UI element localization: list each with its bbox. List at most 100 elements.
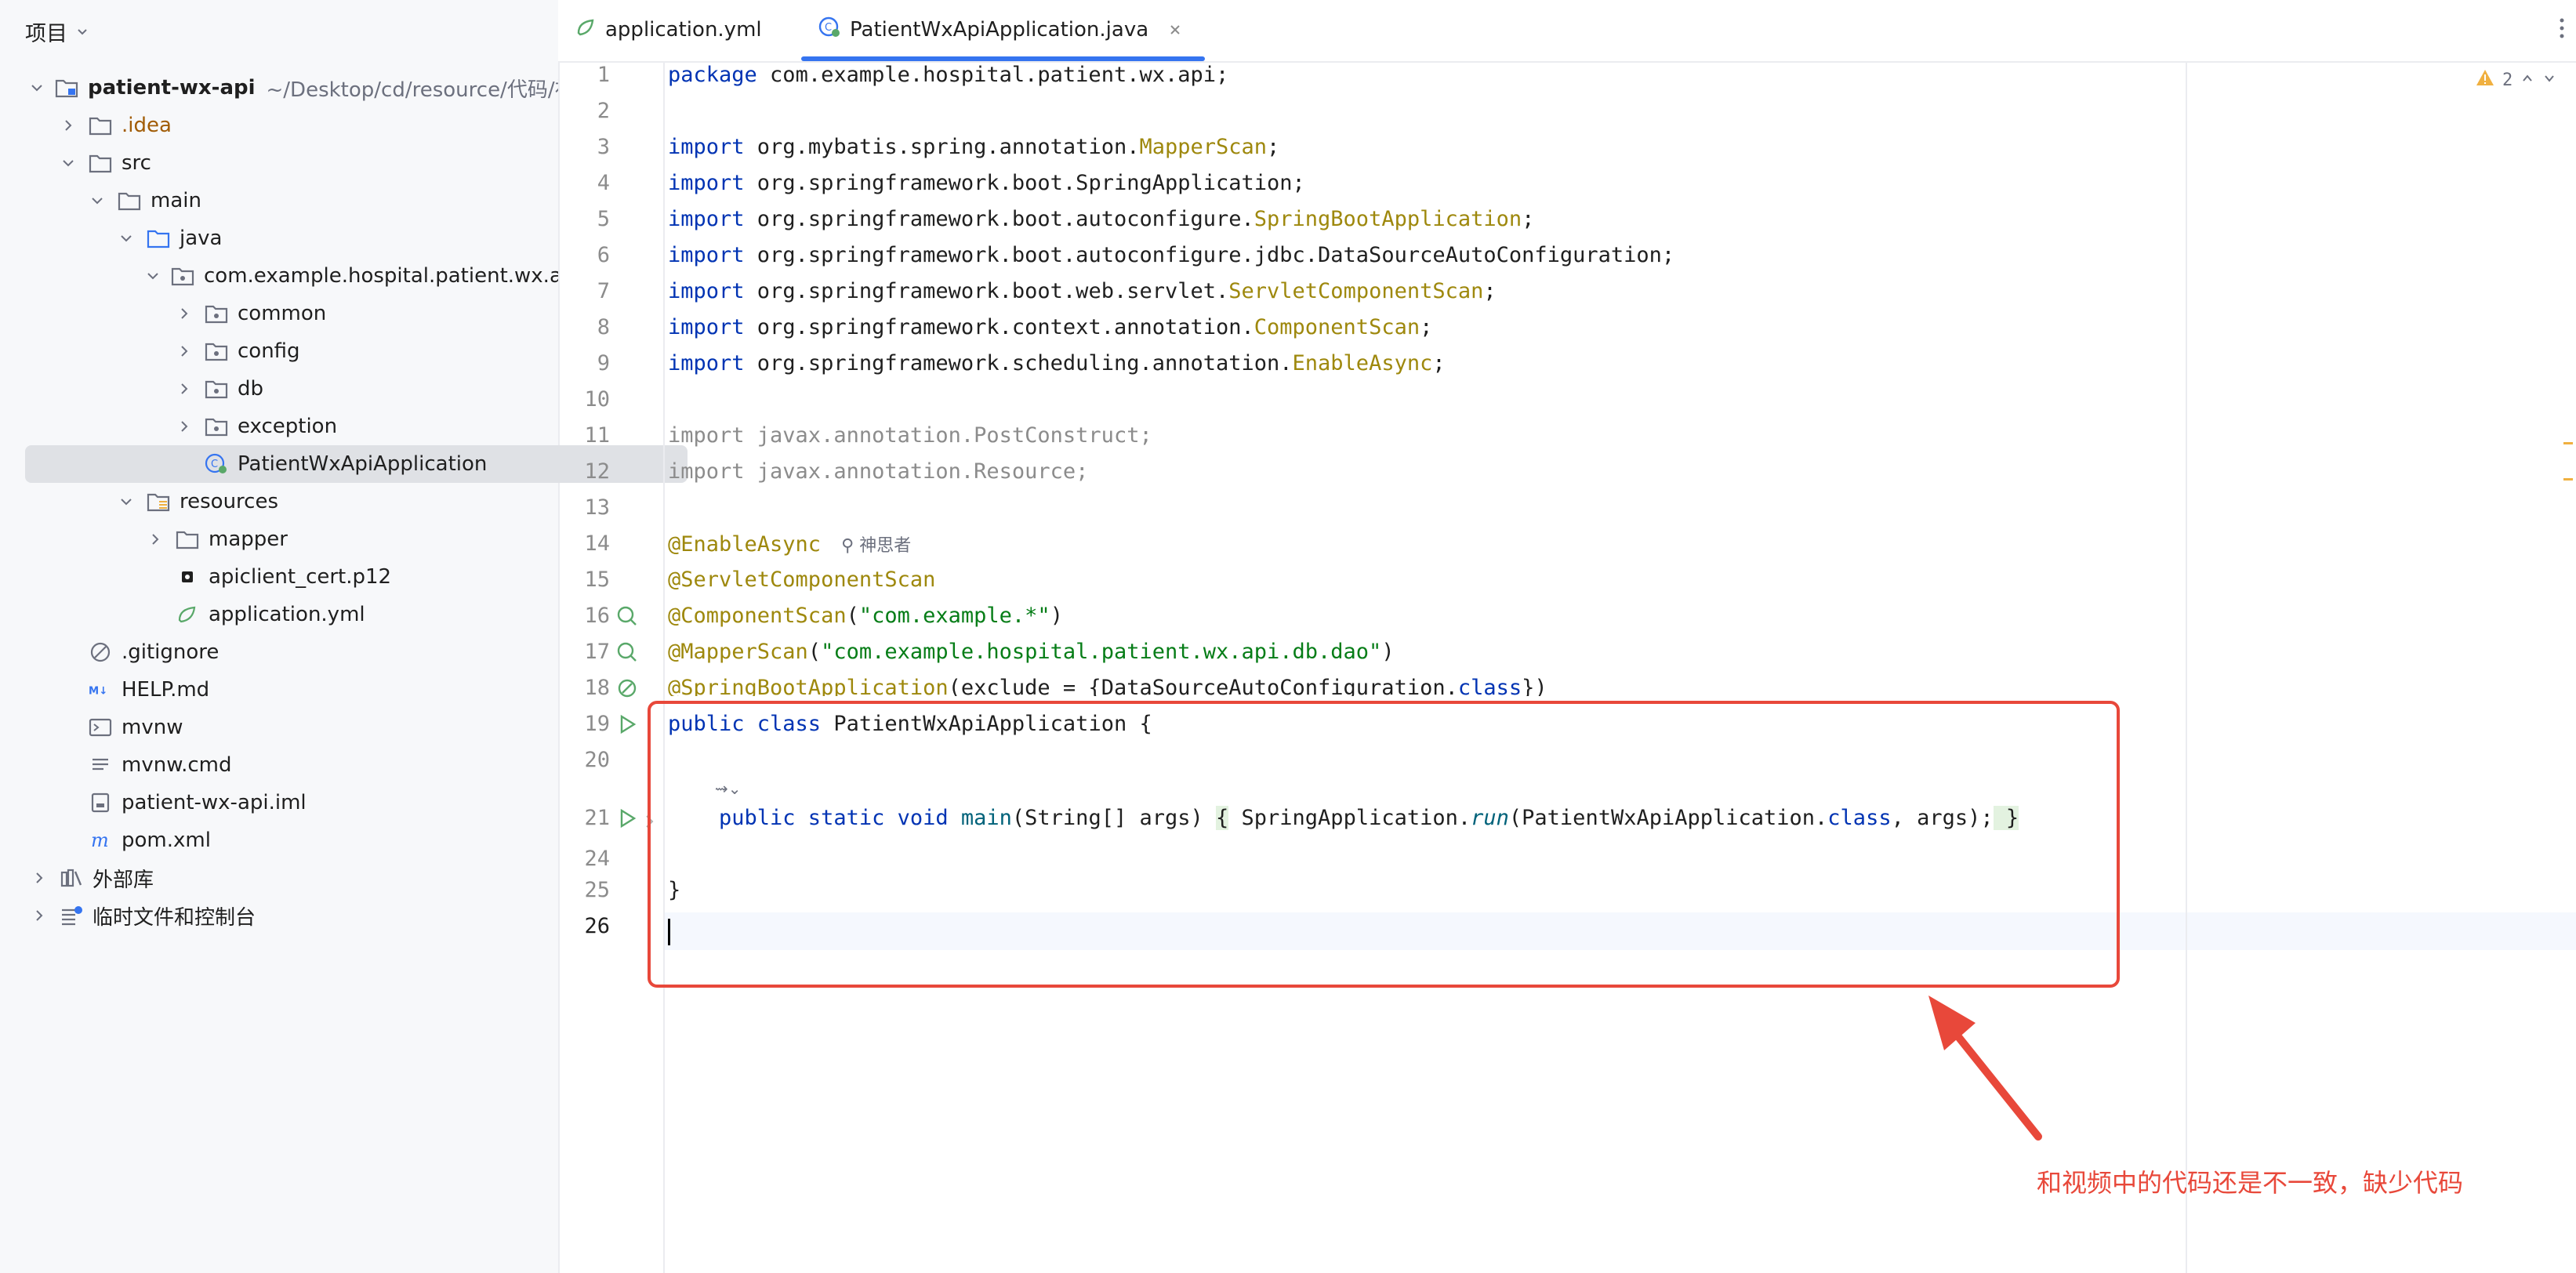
line-number[interactable]: 13 bbox=[558, 495, 610, 520]
line-number[interactable]: 24 bbox=[558, 847, 610, 871]
code-line-17: @MapperScan("com.example.hospital.patien… bbox=[668, 640, 1395, 664]
tab-patientwxapiapplication-java[interactable]: C PatientWxApiApplication.java bbox=[800, 0, 1206, 61]
line-number[interactable]: 9 bbox=[558, 351, 610, 375]
tree-item-外部库[interactable]: 外部库 bbox=[30, 859, 154, 897]
code-line-18: @SpringBootApplication(exclude = {DataSo… bbox=[668, 676, 1547, 696]
tree-item-pom-xml[interactable]: m pom.xml bbox=[59, 821, 211, 859]
tree-item-label: main bbox=[151, 189, 201, 212]
line-number[interactable]: 5 bbox=[558, 207, 610, 231]
chevron-down-icon[interactable] bbox=[117, 229, 136, 248]
tree-item-application-yml[interactable]: application.yml bbox=[146, 596, 365, 633]
tree-item-common[interactable]: common bbox=[175, 295, 326, 332]
line-number[interactable]: 25 bbox=[558, 878, 610, 902]
tree-item-com-example-hospital-patient-wx-api[interactable]: com.example.hospital.patient.wx.api bbox=[146, 257, 558, 295]
line-number[interactable]: 21 bbox=[558, 806, 610, 830]
project-panel: 项目 patient-wx-api ~/Desktop/cd/resource/代… bbox=[0, 0, 688, 1273]
line-number[interactable]: 12 bbox=[558, 459, 610, 484]
chevron-down-icon[interactable] bbox=[30, 78, 44, 97]
tree-item-label: application.yml bbox=[209, 603, 365, 626]
code-editor[interactable]: 1 2 3 4 5 6 7 8 9 10 11 12 13 14 15 16 17 18 19 20 21 24 25 26 … bbox=[558, 63, 2576, 1273]
tab-application-yml[interactable]: application.yml bbox=[575, 0, 762, 60]
line-number[interactable]: 17 bbox=[558, 640, 610, 664]
folder-icon bbox=[89, 152, 112, 174]
line-number[interactable]: 8 bbox=[558, 315, 610, 339]
package-icon bbox=[205, 378, 228, 400]
line-number[interactable]: 14 bbox=[558, 531, 610, 556]
tree-item-idea[interactable]: .idea bbox=[59, 107, 172, 144]
spring-boot-icon[interactable] bbox=[615, 676, 640, 701]
warning-stripe-marker[interactable] bbox=[2563, 478, 2573, 481]
chevron-down-icon[interactable] bbox=[88, 191, 107, 210]
warning-stripe-marker[interactable] bbox=[2563, 442, 2573, 444]
chevron-right-icon[interactable] bbox=[175, 342, 194, 361]
spring-bean-scan-icon[interactable] bbox=[615, 604, 640, 629]
tree-item-gitignore[interactable]: .gitignore bbox=[59, 633, 219, 671]
tree-item-db[interactable]: db bbox=[175, 370, 263, 408]
line-number[interactable]: 11 bbox=[558, 423, 610, 448]
tab-label: PatientWxApiApplication.java bbox=[850, 18, 1149, 42]
tree-item-apiclient-cert-p12[interactable]: apiclient_cert.p12 bbox=[146, 558, 391, 596]
tree-item-patient-wx-api-iml[interactable]: patient-wx-api.iml bbox=[59, 784, 307, 821]
chevron-up-icon[interactable] bbox=[2520, 71, 2534, 90]
line-number[interactable]: 2 bbox=[558, 99, 610, 123]
project-panel-title: 项目 bbox=[25, 21, 67, 46]
warning-icon bbox=[2476, 69, 2494, 91]
chevron-right-icon[interactable] bbox=[146, 530, 165, 549]
line-number[interactable]: 7 bbox=[558, 279, 610, 303]
chevron-right-icon[interactable] bbox=[175, 304, 194, 323]
inspection-widget[interactable]: 2 bbox=[2476, 69, 2556, 91]
code-line-14: @EnableAsync ⚲ 神思者 bbox=[668, 532, 912, 557]
tree-item-label: .gitignore bbox=[122, 640, 220, 664]
chevron-down-icon[interactable] bbox=[146, 267, 160, 285]
tree-item-mvnw[interactable]: mvnw bbox=[59, 709, 183, 746]
run-icon[interactable] bbox=[615, 712, 640, 737]
tree-item-mapper[interactable]: mapper bbox=[146, 520, 288, 558]
chevron-right-icon[interactable] bbox=[30, 906, 49, 925]
tree-item-label: common bbox=[238, 302, 327, 325]
line-number[interactable]: 20 bbox=[558, 748, 610, 772]
chevron-down-icon[interactable] bbox=[2542, 71, 2556, 90]
line-number[interactable]: 26 bbox=[558, 914, 610, 938]
project-panel-header[interactable]: 项目 bbox=[25, 16, 89, 47]
line-number[interactable]: 1 bbox=[558, 63, 610, 87]
right-margin-guide bbox=[2186, 63, 2187, 1273]
more-options-icon[interactable] bbox=[2559, 16, 2565, 44]
line-number[interactable]: 19 bbox=[558, 712, 610, 736]
run-icon[interactable] bbox=[615, 806, 640, 831]
text-file-icon bbox=[89, 754, 112, 776]
tree-item-label: patient-wx-api.iml bbox=[122, 791, 307, 814]
tree-item-label: 临时文件和控制台 bbox=[93, 905, 256, 930]
tree-item-help-md[interactable]: M↓ HELP.md bbox=[59, 671, 209, 709]
chevron-down-icon[interactable] bbox=[59, 154, 78, 172]
chevron-right-icon[interactable] bbox=[175, 379, 194, 398]
tree-item-label: HELP.md bbox=[122, 678, 210, 702]
spring-bean-scan-icon[interactable] bbox=[615, 640, 640, 665]
tree-item-config[interactable]: config bbox=[175, 332, 300, 370]
line-number[interactable]: 4 bbox=[558, 171, 610, 195]
tree-item-exception[interactable]: exception bbox=[175, 408, 337, 445]
tree-item-mvnw-cmd[interactable]: mvnw.cmd bbox=[59, 746, 231, 784]
chevron-right-icon[interactable] bbox=[175, 417, 194, 436]
tree-item-resources[interactable]: resources bbox=[117, 483, 278, 520]
author-hint[interactable]: ⚲ 神思者 bbox=[841, 536, 911, 556]
chevron-right-icon[interactable] bbox=[59, 116, 78, 135]
tree-item-临时文件和控制台[interactable]: 临时文件和控制台 bbox=[30, 897, 256, 934]
line-number[interactable]: 18 bbox=[558, 676, 610, 700]
line-number[interactable]: 6 bbox=[558, 243, 610, 267]
tree-item-src[interactable]: src bbox=[59, 144, 151, 182]
line-number[interactable]: 10 bbox=[558, 387, 610, 412]
folder-icon bbox=[89, 114, 112, 136]
line-number[interactable]: 16 bbox=[558, 604, 610, 628]
chevron-right-icon[interactable] bbox=[30, 869, 49, 887]
line-number[interactable]: 15 bbox=[558, 568, 610, 592]
close-icon[interactable] bbox=[1169, 18, 1181, 42]
line-number[interactable]: 3 bbox=[558, 135, 610, 159]
tree-item-java[interactable]: java bbox=[117, 219, 222, 257]
tree-item-patient-wx-api[interactable]: patient-wx-api ~/Desktop/cd/resource/代码/初… bbox=[30, 69, 558, 107]
chevron-down-icon[interactable] bbox=[117, 492, 136, 511]
tree-item-main[interactable]: main bbox=[88, 182, 201, 219]
